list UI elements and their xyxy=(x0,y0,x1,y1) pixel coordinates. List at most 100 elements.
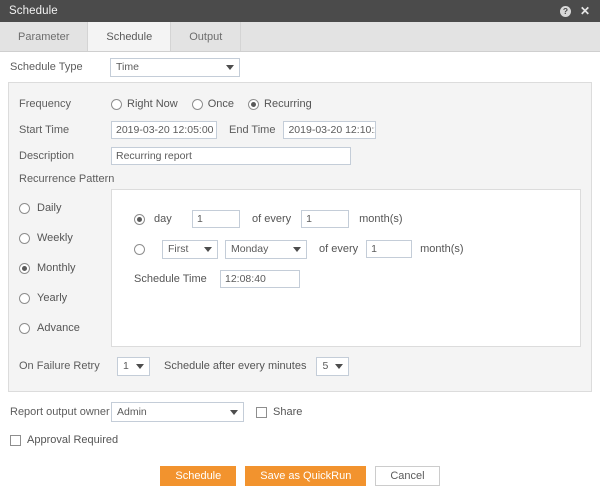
schedule-time-input[interactable]: 12:08:40 xyxy=(220,270,300,288)
recurrence-pattern-section: Daily Weekly Monthly Yearly Advance day … xyxy=(19,189,581,347)
end-time-input[interactable]: 2019-03-20 12:10:20 xyxy=(283,121,377,139)
share-checkbox-item[interactable]: Share xyxy=(256,406,302,418)
pattern-option-label: Monthly xyxy=(37,262,76,274)
pattern-option-monthly[interactable]: Monthly xyxy=(19,253,111,283)
frequency-label: Frequency xyxy=(19,98,71,110)
schedule-type-select[interactable]: Time xyxy=(110,57,240,77)
monthly-day-interval-input[interactable]: 1 xyxy=(301,210,350,228)
failure-retry-label: On Failure Retry xyxy=(19,360,100,372)
approval-required-row: Approval Required xyxy=(8,426,592,454)
radio-icon[interactable] xyxy=(111,98,122,110)
retry-interval-label: Schedule after every minutes xyxy=(164,360,307,372)
failure-retry-row: On Failure Retry 1 Schedule after every … xyxy=(19,351,581,381)
pattern-option-label: Yearly xyxy=(37,292,68,304)
failure-retry-select[interactable]: 1 xyxy=(117,356,150,376)
failure-retry-value: 1 xyxy=(123,359,129,372)
window-title: Schedule xyxy=(9,5,58,17)
monthly-ordinal-row: First Monday of every 1 month(s) xyxy=(134,234,580,264)
window-titlebar: Schedule ? ✕ xyxy=(0,0,600,22)
frequency-option-once[interactable]: Once xyxy=(191,98,235,110)
dialog-footer: Schedule Save as QuickRun Cancel xyxy=(8,466,592,486)
chevron-down-icon xyxy=(136,364,144,369)
description-row: Description Recurring report xyxy=(19,143,581,169)
frequency-option-right-now[interactable]: Right Now xyxy=(111,98,178,110)
tab-parameter[interactable]: Parameter xyxy=(0,22,89,51)
schedule-time-label: Schedule Time xyxy=(134,273,207,285)
tab-output[interactable]: Output xyxy=(171,22,242,51)
monthly-day-of-every-label: of every xyxy=(252,213,292,225)
monthly-day-radio[interactable] xyxy=(134,213,145,225)
help-circle-icon[interactable]: ? xyxy=(559,5,571,17)
frequency-option-label: Right Now xyxy=(127,98,178,110)
frequency-option-label: Recurring xyxy=(264,98,312,110)
radio-icon-selected[interactable] xyxy=(19,262,30,274)
schedule-type-label: Schedule Type xyxy=(10,61,83,73)
checkbox-icon[interactable] xyxy=(256,406,267,418)
time-range-row: Start Time 2019-03-20 12:05:00 End Time … xyxy=(19,117,581,143)
pattern-option-label: Daily xyxy=(37,202,62,214)
monthly-ordinal-value: First xyxy=(168,242,189,255)
monthly-ordinal-radio[interactable] xyxy=(134,243,145,255)
monthly-day-unit-label: month(s) xyxy=(359,213,403,225)
pattern-option-advance[interactable]: Advance xyxy=(19,313,111,343)
start-time-input[interactable]: 2019-03-20 12:05:00 xyxy=(111,121,217,139)
cancel-button[interactable]: Cancel xyxy=(375,466,440,486)
schedule-time-row: Schedule Time 12:08:40 xyxy=(134,264,580,294)
pattern-option-yearly[interactable]: Yearly xyxy=(19,283,111,313)
checkbox-icon[interactable] xyxy=(10,434,21,446)
save-as-quickrun-button[interactable]: Save as QuickRun xyxy=(245,466,367,486)
description-label: Description xyxy=(19,150,75,162)
radio-icon-selected[interactable] xyxy=(248,98,260,110)
share-label: Share xyxy=(273,406,303,418)
report-owner-select[interactable]: Admin xyxy=(111,402,244,422)
radio-icon[interactable] xyxy=(19,322,30,334)
recurring-settings-panel: Frequency Right Now Once Recurring Start… xyxy=(8,82,592,392)
schedule-form: Schedule Type Time Frequency Right Now O… xyxy=(0,52,600,486)
recurrence-pattern-title: Recurrence Pattern xyxy=(19,173,115,185)
monthly-ordinal-unit-label: month(s) xyxy=(420,243,464,255)
schedule-type-value: Time xyxy=(116,60,139,73)
pattern-option-weekly[interactable]: Weekly xyxy=(19,223,111,253)
report-owner-row: Report output owner Admin Share xyxy=(8,398,592,426)
pattern-option-label: Weekly xyxy=(37,232,73,244)
end-time-label: End Time xyxy=(229,124,276,136)
description-input[interactable]: Recurring report xyxy=(111,147,351,165)
monthly-day-value-input[interactable]: 1 xyxy=(192,210,240,228)
monthly-ordinal-select[interactable]: First xyxy=(162,239,218,259)
monthly-day-label: day xyxy=(154,213,172,225)
retry-interval-value: 5 xyxy=(322,359,329,372)
radio-icon[interactable] xyxy=(19,292,30,304)
schedule-type-row: Schedule Type Time xyxy=(8,52,592,82)
monthly-day-row: day 1 of every 1 month(s) xyxy=(134,204,580,234)
frequency-radio-group: Right Now Once Recurring xyxy=(111,98,312,110)
close-icon[interactable]: ✕ xyxy=(580,5,590,17)
frequency-option-recurring[interactable]: Recurring xyxy=(248,98,312,110)
pattern-option-label: Advance xyxy=(37,322,80,334)
chevron-down-icon xyxy=(335,364,344,369)
pattern-option-daily[interactable]: Daily xyxy=(19,193,111,223)
monthly-ordinal-interval-input[interactable]: 1 xyxy=(366,240,413,258)
chevron-down-icon xyxy=(204,247,212,252)
monthly-weekday-value: Monday xyxy=(231,242,269,255)
radio-icon[interactable] xyxy=(19,202,30,214)
chevron-down-icon xyxy=(293,247,301,252)
schedule-button[interactable]: Schedule xyxy=(160,466,237,486)
report-owner-value: Admin xyxy=(117,406,147,418)
report-owner-label: Report output owner xyxy=(10,406,110,418)
radio-icon[interactable] xyxy=(19,232,30,244)
recurrence-pattern-list: Daily Weekly Monthly Yearly Advance xyxy=(19,189,111,347)
monthly-weekday-select[interactable]: Monday xyxy=(225,239,307,259)
frequency-option-label: Once xyxy=(207,98,235,110)
monthly-pattern-detail: day 1 of every 1 month(s) First Monday o… xyxy=(111,189,581,347)
monthly-ordinal-of-every-label: of every xyxy=(319,243,359,255)
chevron-down-icon xyxy=(226,65,234,70)
radio-icon[interactable] xyxy=(191,98,203,110)
approval-required-label: Approval Required xyxy=(27,434,119,446)
frequency-row: Frequency Right Now Once Recurring xyxy=(19,91,581,117)
tab-schedule[interactable]: Schedule xyxy=(88,22,172,51)
approval-required-checkbox-item[interactable]: Approval Required xyxy=(10,434,118,446)
tab-strip: Parameter Schedule Output xyxy=(0,22,600,52)
start-time-label: Start Time xyxy=(19,124,70,136)
retry-interval-select[interactable]: 5 xyxy=(316,356,350,376)
chevron-down-icon xyxy=(230,410,238,415)
